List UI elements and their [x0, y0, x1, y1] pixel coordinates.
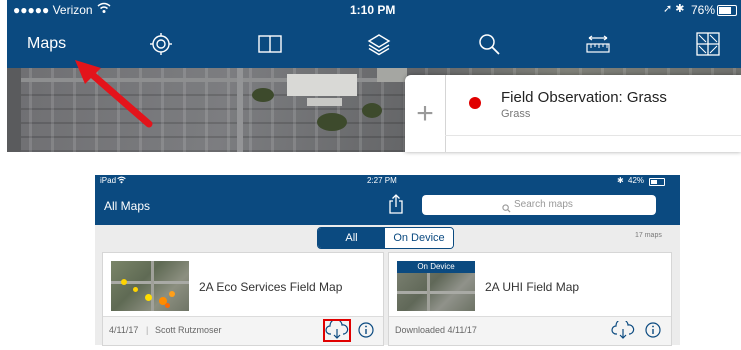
bluetooth-icon: ✱	[617, 176, 624, 185]
info-icon[interactable]	[358, 322, 374, 343]
map-card-title: 2A UHI Field Map	[485, 280, 580, 294]
device-label: iPad	[100, 176, 117, 185]
battery-percent: 76%	[691, 3, 716, 17]
map-thumbnail	[111, 261, 189, 311]
battery-percent: 42%	[628, 176, 645, 185]
map-card-title: 2A Eco Services Field Map	[199, 280, 343, 294]
map-card[interactable]: 2A Eco Services Field Map 4/11/17 | Scot…	[102, 252, 384, 346]
search-input[interactable]: Search maps	[422, 195, 656, 215]
status-bar: ●●●●● Verizon 1:10 PM ➚ ✱ 76%	[7, 0, 741, 20]
wifi-icon	[97, 2, 111, 17]
wifi-icon	[117, 176, 126, 186]
ipad-nav-bar: All Maps Search maps	[95, 188, 680, 225]
map-thumbnail: On Device	[397, 261, 475, 311]
popup-divider	[445, 135, 741, 136]
map-card-footer: 4/11/17 | Scott Rutzmoser	[103, 316, 383, 345]
footer-separator: |	[146, 325, 149, 335]
popup-subtitle: Grass	[501, 108, 531, 120]
book-icon[interactable]	[257, 32, 283, 56]
ipad-status-bar: iPad 2:27 PM ✱ 42%	[95, 175, 680, 188]
layers-icon[interactable]	[366, 32, 392, 56]
filter-segmented-control: All On Device	[317, 227, 454, 249]
maps-count: 17 maps	[635, 232, 662, 239]
segment-on-device[interactable]: On Device	[385, 228, 453, 248]
bottom-screenshot: iPad 2:27 PM ✱ 42% All Maps Search maps …	[95, 175, 680, 346]
feature-dot-icon	[469, 97, 481, 109]
segment-all[interactable]: All	[318, 228, 385, 248]
annotation-arrow	[75, 60, 153, 128]
download-icon[interactable]	[611, 318, 635, 345]
info-icon[interactable]	[645, 322, 661, 343]
map-card-footer: Downloaded 4/11/17	[389, 316, 671, 345]
popup-title: Field Observation: Grass	[501, 89, 667, 106]
location-bluetooth-icons: ➚ ✱	[663, 3, 685, 15]
map-author: Scott Rutzmoser	[155, 325, 222, 335]
battery-icon	[717, 5, 737, 16]
grid-icon[interactable]	[695, 32, 721, 56]
search-placeholder: Search maps	[514, 199, 573, 210]
status-time: 2:27 PM	[367, 176, 397, 185]
measure-icon[interactable]	[585, 32, 611, 56]
search-icon[interactable]	[476, 32, 502, 56]
carrier-label: ●●●●● Verizon	[13, 3, 93, 17]
top-screenshot: ●●●●● Verizon 1:10 PM ➚ ✱ 76% Maps + Fie…	[7, 0, 741, 152]
all-maps-title: All Maps	[104, 199, 151, 213]
battery-icon	[649, 178, 665, 186]
locate-icon[interactable]	[148, 32, 174, 56]
share-icon[interactable]	[388, 194, 404, 219]
add-icon[interactable]: +	[405, 75, 446, 152]
feature-popup[interactable]: + Field Observation: Grass Grass	[405, 75, 741, 152]
map-card[interactable]: On Device 2A UHI Field Map Downloaded 4/…	[388, 252, 672, 346]
download-button[interactable]	[323, 319, 351, 342]
download-status: Downloaded 4/11/17	[395, 325, 477, 335]
on-device-badge: On Device	[397, 261, 475, 273]
map-date: 4/11/17	[109, 325, 139, 335]
maps-button[interactable]: Maps	[27, 35, 66, 53]
status-time: 1:10 PM	[350, 3, 396, 17]
search-icon	[502, 200, 511, 218]
